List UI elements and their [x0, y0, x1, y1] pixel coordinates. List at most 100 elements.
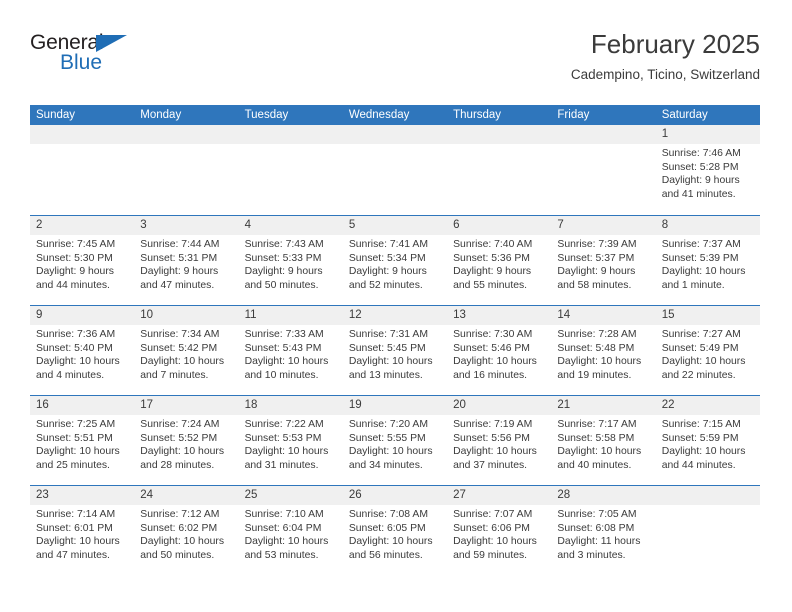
calendar-day-cell[interactable]: 23 Sunrise: 7:14 AM Sunset: 6:01 PM Dayligh… [30, 486, 135, 575]
day-number [447, 125, 552, 144]
day-number: 8 [655, 216, 760, 235]
sunrise-text: Sunrise: 7:08 AM [348, 509, 428, 520]
day-details: Sunrise: 7:25 AM Sunset: 5:51 PM Daylight:… [30, 415, 134, 472]
day-number: 17 [134, 396, 239, 415]
calendar-day-cell[interactable]: 5 Sunrise: 7:41 AM Sunset: 5:34 PM Daylight… [342, 216, 448, 305]
day-number: 23 [30, 486, 135, 505]
weekday-header-wednesday: Wednesday [348, 109, 410, 121]
calendar-week-row: 2 Sunrise: 7:45 AM Sunset: 5:30 PM Daylight… [30, 215, 760, 305]
sunset-text: Sunset: 5:52 PM [140, 432, 218, 444]
day-number: 18 [238, 396, 343, 415]
sunrise-text: Sunrise: 7:43 AM [244, 239, 324, 250]
calendar-day-cell[interactable]: 2 Sunrise: 7:45 AM Sunset: 5:30 PM Daylight… [30, 216, 135, 305]
daylight-text: Daylight: 10 hours and 34 minutes. [348, 446, 433, 471]
day-details: Sunrise: 7:08 AM Sunset: 6:05 PM Daylight:… [343, 505, 447, 562]
day-number: 21 [551, 396, 656, 415]
day-details: Sunrise: 7:44 AM Sunset: 5:31 PM Daylight:… [134, 235, 238, 292]
sunset-text: Sunset: 6:08 PM [557, 522, 635, 534]
sunrise-text: Sunrise: 7:05 AM [557, 509, 637, 520]
calendar-day-cell[interactable]: 8 Sunrise: 7:37 AM Sunset: 5:39 PM Daylight… [655, 216, 760, 305]
day-number: 11 [238, 306, 343, 325]
day-details: Sunrise: 7:43 AM Sunset: 5:33 PM Daylight:… [239, 235, 343, 292]
calendar-day-cell[interactable]: 28 Sunrise: 7:05 AM Sunset: 6:08 PM Dayligh… [551, 486, 656, 575]
daylight-text: Daylight: 10 hours and 40 minutes. [557, 446, 642, 471]
general-blue-logo[interactable]: General Blue [30, 32, 150, 84]
daylight-text: Daylight: 11 hours and 3 minutes. [557, 536, 641, 561]
weekday-header-sunday: Sunday [36, 109, 76, 121]
calendar-day-cell[interactable]: 3 Sunrise: 7:44 AM Sunset: 5:31 PM Daylight… [134, 216, 239, 305]
sunrise-text: Sunrise: 7:46 AM [661, 148, 741, 159]
daylight-text: Daylight: 9 hours and 55 minutes. [453, 266, 532, 291]
day-details: Sunrise: 7:40 AM Sunset: 5:36 PM Daylight:… [447, 235, 551, 292]
calendar-day-cell-empty [447, 125, 552, 215]
sunrise-text: Sunrise: 7:44 AM [140, 239, 220, 250]
day-number: 4 [238, 216, 343, 235]
sunrise-text: Sunrise: 7:37 AM [661, 239, 741, 250]
day-number [134, 125, 239, 144]
daylight-text: Daylight: 10 hours and 7 minutes. [140, 356, 225, 381]
sunrise-text: Sunrise: 7:27 AM [661, 329, 741, 340]
calendar-day-cell[interactable]: 24 Sunrise: 7:12 AM Sunset: 6:02 PM Dayligh… [134, 486, 239, 575]
calendar-day-cell-empty [342, 125, 448, 215]
calendar-day-cell-empty [551, 125, 656, 215]
day-number [238, 125, 343, 144]
calendar-day-cell[interactable]: 10 Sunrise: 7:34 AM Sunset: 5:42 PM Dayligh… [134, 306, 239, 395]
day-number: 27 [447, 486, 552, 505]
sunrise-text: Sunrise: 7:45 AM [36, 239, 116, 250]
daylight-text: Daylight: 10 hours and 50 minutes. [140, 536, 225, 561]
daylight-text: Daylight: 10 hours and 22 minutes. [661, 356, 746, 381]
sunset-text: Sunset: 5:28 PM [661, 161, 739, 173]
calendar-day-cell[interactable]: 12 Sunrise: 7:31 AM Sunset: 5:45 PM Dayligh… [342, 306, 448, 395]
title-block: February 2025 Cadempino, Ticino, Switzer… [571, 29, 760, 82]
calendar-day-cell[interactable]: 16 Sunrise: 7:25 AM Sunset: 5:51 PM Dayligh… [30, 396, 135, 485]
sunrise-text: Sunrise: 7:40 AM [453, 239, 533, 250]
day-details: Sunrise: 7:30 AM Sunset: 5:46 PM Daylight:… [447, 325, 551, 382]
sunset-text: Sunset: 5:58 PM [557, 432, 635, 444]
calendar-weeks: 1 Sunrise: 7:46 AM Sunset: 5:28 PM Daylight… [30, 125, 760, 575]
day-details: Sunrise: 7:34 AM Sunset: 5:42 PM Daylight:… [134, 325, 238, 382]
day-number: 6 [447, 216, 552, 235]
day-number: 13 [447, 306, 552, 325]
sunset-text: Sunset: 6:06 PM [453, 522, 530, 534]
day-number: 15 [655, 306, 760, 325]
sunset-text: Sunset: 5:48 PM [557, 342, 635, 354]
calendar-day-cell[interactable]: 19 Sunrise: 7:20 AM Sunset: 5:55 PM Dayligh… [342, 396, 448, 485]
calendar-day-cell[interactable]: 15 Sunrise: 7:27 AM Sunset: 5:49 PM Dayligh… [655, 306, 760, 395]
calendar-day-cell[interactable]: 18 Sunrise: 7:22 AM Sunset: 5:53 PM Dayligh… [238, 396, 343, 485]
calendar-day-cell[interactable]: 7 Sunrise: 7:39 AM Sunset: 5:37 PM Daylight… [551, 216, 656, 305]
calendar-day-cell[interactable]: 14 Sunrise: 7:28 AM Sunset: 5:48 PM Dayligh… [551, 306, 656, 395]
sunrise-text: Sunrise: 7:14 AM [36, 509, 116, 520]
calendar-day-cell[interactable]: 22 Sunrise: 7:15 AM Sunset: 5:59 PM Dayligh… [655, 396, 760, 485]
sunset-text: Sunset: 5:42 PM [140, 342, 218, 354]
daylight-text: Daylight: 10 hours and 10 minutes. [244, 356, 329, 381]
day-number: 14 [551, 306, 656, 325]
calendar-day-cell[interactable]: 26 Sunrise: 7:08 AM Sunset: 6:05 PM Dayligh… [342, 486, 448, 575]
sunset-text: Sunset: 5:49 PM [661, 342, 739, 354]
daylight-text: Daylight: 10 hours and 31 minutes. [244, 446, 329, 471]
day-number [551, 125, 656, 144]
calendar-day-cell[interactable]: 27 Sunrise: 7:07 AM Sunset: 6:06 PM Dayligh… [447, 486, 552, 575]
calendar-day-cell[interactable]: 9 Sunrise: 7:36 AM Sunset: 5:40 PM Daylight… [30, 306, 135, 395]
daylight-text: Daylight: 10 hours and 47 minutes. [36, 536, 120, 561]
day-details: Sunrise: 7:22 AM Sunset: 5:53 PM Daylight:… [239, 415, 343, 472]
day-details: Sunrise: 7:12 AM Sunset: 6:02 PM Daylight:… [134, 505, 238, 562]
calendar-day-cell[interactable]: 1 Sunrise: 7:46 AM Sunset: 5:28 PM Daylight… [655, 125, 760, 215]
calendar-day-cell[interactable]: 25 Sunrise: 7:10 AM Sunset: 6:04 PM Dayligh… [238, 486, 343, 575]
sunrise-text: Sunrise: 7:34 AM [140, 329, 220, 340]
day-number [30, 125, 135, 144]
day-details: Sunrise: 7:41 AM Sunset: 5:34 PM Daylight:… [343, 235, 447, 292]
sunrise-text: Sunrise: 7:36 AM [36, 329, 116, 340]
calendar-day-cell-empty [655, 486, 760, 575]
calendar-week-row: 1 Sunrise: 7:46 AM Sunset: 5:28 PM Daylight… [30, 125, 760, 215]
calendar-day-cell[interactable]: 11 Sunrise: 7:33 AM Sunset: 5:43 PM Dayligh… [238, 306, 343, 395]
sunset-text: Sunset: 6:04 PM [244, 522, 322, 534]
calendar-day-cell[interactable]: 17 Sunrise: 7:24 AM Sunset: 5:52 PM Dayligh… [134, 396, 239, 485]
calendar-day-cell[interactable]: 4 Sunrise: 7:43 AM Sunset: 5:33 PM Daylight… [238, 216, 343, 305]
calendar-day-cell[interactable]: 13 Sunrise: 7:30 AM Sunset: 5:46 PM Dayligh… [447, 306, 552, 395]
calendar-day-cell[interactable]: 21 Sunrise: 7:17 AM Sunset: 5:58 PM Dayligh… [551, 396, 656, 485]
calendar-day-cell[interactable]: 6 Sunrise: 7:40 AM Sunset: 5:36 PM Daylight… [447, 216, 552, 305]
day-details: Sunrise: 7:17 AM Sunset: 5:58 PM Daylight:… [551, 415, 655, 472]
calendar-day-cell[interactable]: 20 Sunrise: 7:19 AM Sunset: 5:56 PM Dayligh… [447, 396, 552, 485]
day-number: 9 [30, 306, 135, 325]
sunset-text: Sunset: 6:02 PM [140, 522, 218, 534]
